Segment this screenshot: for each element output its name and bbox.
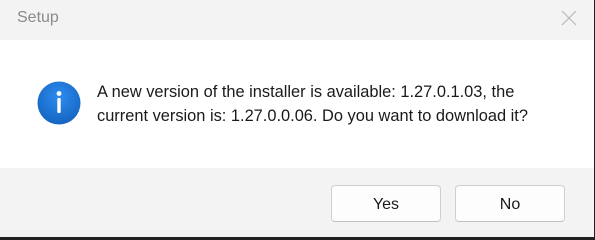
yes-button[interactable]: Yes	[331, 185, 441, 222]
setup-dialog: Setup A new version of the installer is …	[0, 0, 594, 237]
title-bar: Setup	[0, 0, 594, 40]
close-icon	[561, 10, 577, 26]
info-icon	[37, 81, 81, 125]
window-title: Setup	[17, 9, 59, 26]
button-bar: Yes No	[0, 168, 594, 237]
no-button[interactable]: No	[455, 185, 565, 222]
message-area: A new version of the installer is availa…	[0, 40, 594, 168]
close-button[interactable]	[552, 4, 586, 32]
message-text: A new version of the installer is availa…	[97, 83, 528, 125]
